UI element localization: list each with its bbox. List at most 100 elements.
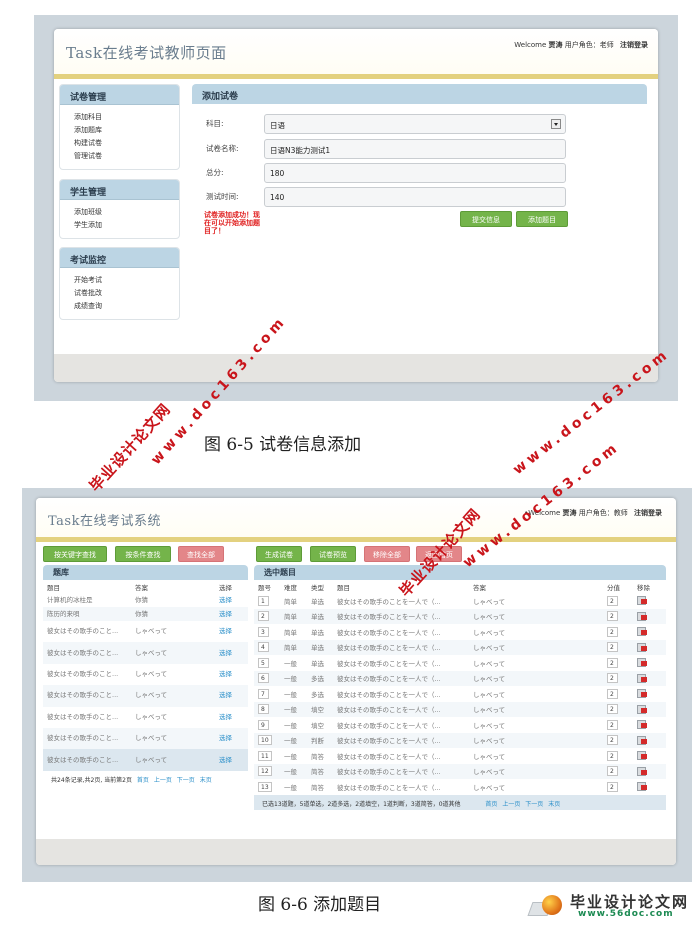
- order-input[interactable]: 8: [258, 704, 269, 715]
- role-label: 用户角色：: [578, 509, 614, 517]
- col-answer: 答案: [135, 583, 148, 592]
- delete-icon[interactable]: [637, 611, 647, 621]
- score-input[interactable]: 2: [607, 766, 618, 777]
- type-cell: 填空: [307, 701, 333, 717]
- sidebar-item-start-exam[interactable]: 开始考试: [74, 274, 179, 287]
- select-link[interactable]: 选择: [219, 596, 232, 604]
- pager-last[interactable]: 末页: [200, 777, 212, 784]
- score-input[interactable]: 2: [607, 642, 618, 653]
- score-input[interactable]: 2: [607, 611, 618, 622]
- submit-button[interactable]: 提交信息: [460, 211, 512, 227]
- score-input[interactable]: 2: [607, 657, 618, 668]
- search-all-button[interactable]: 查找全部: [178, 546, 224, 562]
- delete-icon[interactable]: [637, 750, 647, 761]
- sidebar-exam-monitor: 考试监控 开始考试 试卷批改 成绩查询: [59, 247, 180, 320]
- order-input[interactable]: 9: [258, 719, 269, 730]
- score-input[interactable]: 2: [607, 673, 618, 684]
- pager-prev[interactable]: 上一页: [502, 801, 520, 808]
- exam-name-input[interactable]: 日语N3能力测试1: [264, 139, 566, 159]
- order-input[interactable]: 12: [258, 766, 272, 777]
- delete-icon[interactable]: [637, 766, 647, 776]
- question-cell: 彼女はその歌手のことを一人で（...: [333, 670, 469, 686]
- sidebar-item-add-class[interactable]: 添加班级: [74, 206, 179, 219]
- order-input[interactable]: 5: [258, 657, 269, 668]
- select-link[interactable]: 选择: [219, 610, 232, 618]
- select-link[interactable]: 选择: [219, 670, 232, 678]
- table-header: 题目 答案 选择: [43, 580, 248, 593]
- add-questions-button[interactable]: 添加题目: [516, 211, 568, 227]
- logout-link[interactable]: 注销登录: [620, 41, 648, 49]
- delete-icon[interactable]: [637, 673, 647, 683]
- delete-icon[interactable]: [637, 688, 647, 699]
- question-bank-pager: 共24条记录,共2页, 当前第2页 首页 上一页 下一页 末页: [43, 771, 248, 788]
- order-input[interactable]: 4: [258, 642, 269, 653]
- remove-all-button[interactable]: 移除全部: [364, 546, 410, 562]
- order-input[interactable]: 3: [258, 626, 269, 637]
- sidebar-item-add-question-bank[interactable]: 添加题库: [74, 124, 179, 137]
- delete-icon[interactable]: [637, 657, 647, 668]
- pager-next[interactable]: 下一页: [525, 801, 543, 808]
- sidebar-item-build-exam[interactable]: 构建试卷: [74, 137, 179, 150]
- sidebar-item-add-student[interactable]: 学生添加: [74, 219, 179, 232]
- order-input[interactable]: 10: [258, 735, 272, 746]
- select-link[interactable]: 选择: [219, 734, 232, 742]
- pager-next[interactable]: 下一页: [177, 777, 195, 784]
- total-score-input[interactable]: 180: [264, 163, 566, 183]
- table-row: 7 一般 多选 彼女はその歌手のことを一人で（... しゃべって 2: [254, 686, 666, 702]
- order-input[interactable]: 1: [258, 595, 269, 606]
- sidebar-item-manage-exam[interactable]: 管理试卷: [74, 150, 179, 163]
- logout-link[interactable]: 注销登录: [634, 509, 662, 517]
- score-input[interactable]: 2: [607, 750, 618, 761]
- sidebar-item-score-query[interactable]: 成绩查询: [74, 300, 179, 313]
- preview-exam-button[interactable]: 试卷预览: [310, 546, 356, 562]
- back-home-button[interactable]: 返回首页: [416, 546, 462, 562]
- delete-icon[interactable]: [637, 719, 647, 730]
- selection-summary-bar: 已选13道题，5道单选，2道多选，2道填空，1道判断，3道简答，0道其他 首页 …: [254, 794, 666, 810]
- delete-icon[interactable]: [637, 642, 647, 652]
- score-input[interactable]: 2: [607, 781, 618, 792]
- pager-first[interactable]: 首页: [137, 777, 149, 784]
- pager-last[interactable]: 末页: [548, 801, 560, 808]
- order-input[interactable]: 6: [258, 673, 269, 684]
- order-input[interactable]: 13: [258, 781, 272, 792]
- score-input[interactable]: 2: [607, 704, 618, 715]
- delete-icon[interactable]: [637, 704, 647, 714]
- selected-questions-table: 题号 难度 类型 题目 答案 分值 移除 1 简单 单选 彼女はその歌手のことを一人で…: [254, 580, 666, 795]
- type-cell: 简答: [311, 752, 324, 761]
- search-by-keyword-button[interactable]: 按关键字查找: [43, 546, 107, 562]
- answer-cell: しゃべって: [473, 659, 506, 668]
- score-input[interactable]: 2: [607, 595, 618, 606]
- sidebar-item-add-subject[interactable]: 添加科目: [74, 111, 179, 124]
- answer-cell: しゃべって: [473, 783, 506, 792]
- score-input[interactable]: 2: [607, 735, 618, 746]
- select-link[interactable]: 选择: [219, 756, 232, 764]
- pager-prev[interactable]: 上一页: [154, 777, 172, 784]
- subject-select[interactable]: 日语: [264, 114, 566, 134]
- search-by-condition-button[interactable]: 按条件查找: [115, 546, 171, 562]
- order-input[interactable]: 11: [258, 750, 272, 761]
- role-value: 老师: [599, 41, 614, 49]
- select-link[interactable]: 选择: [219, 649, 232, 657]
- exam-time-input[interactable]: 140: [264, 187, 566, 207]
- score-input[interactable]: 2: [607, 719, 618, 730]
- question-cell: 彼女はその歌手のことを一人で（...: [337, 721, 441, 730]
- delete-icon[interactable]: [637, 735, 647, 745]
- delete-icon[interactable]: [637, 626, 647, 637]
- chevron-down-icon[interactable]: [551, 119, 561, 129]
- difficulty-cell: 简单: [280, 639, 307, 655]
- exam-time-row: 测试时间: 140: [192, 187, 647, 207]
- difficulty-cell: 简单: [280, 608, 307, 624]
- generate-exam-button[interactable]: 生成试卷: [256, 546, 302, 562]
- score-input[interactable]: 2: [607, 688, 618, 699]
- delete-icon[interactable]: [637, 595, 647, 606]
- pager-first[interactable]: 首页: [485, 801, 497, 808]
- watermark-site-name: 毕业设计论文网: [85, 400, 175, 496]
- order-input[interactable]: 7: [258, 688, 269, 699]
- delete-icon[interactable]: [637, 781, 647, 792]
- sidebar-item-grade-exam[interactable]: 试卷批改: [74, 287, 179, 300]
- order-input[interactable]: 2: [258, 611, 269, 622]
- score-input[interactable]: 2: [607, 626, 618, 637]
- select-link[interactable]: 选择: [219, 713, 232, 721]
- select-link[interactable]: 选择: [219, 627, 232, 635]
- select-link[interactable]: 选择: [219, 691, 232, 699]
